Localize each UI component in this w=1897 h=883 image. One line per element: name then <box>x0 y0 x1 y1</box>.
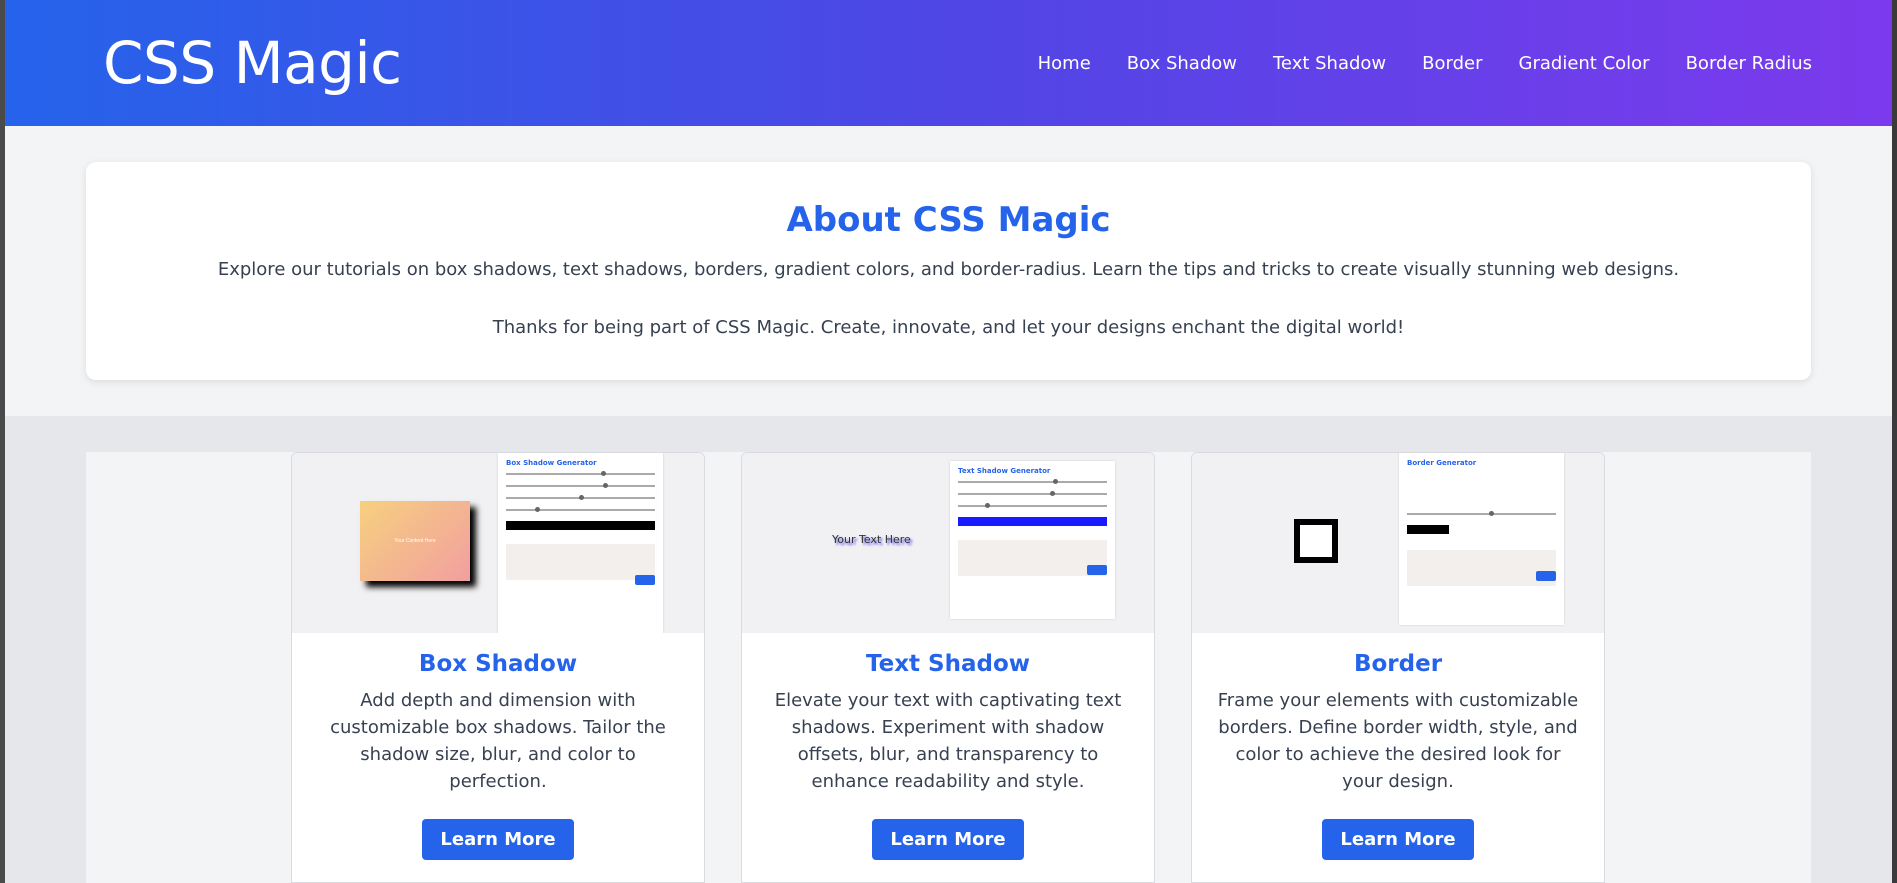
border-card: Border Generator Border Frame your eleme… <box>1191 452 1605 883</box>
about-title: About CSS Magic <box>786 200 1111 240</box>
tutorials-section: Your Content Here Box Shadow Generator B… <box>5 416 1892 883</box>
box-shadow-card-title: Box Shadow <box>418 651 578 677</box>
nav-border-radius-link[interactable]: Border Radius <box>1686 53 1812 74</box>
nav-border-link[interactable]: Border <box>1422 53 1482 74</box>
box-shadow-generator-title: Box Shadow Generator <box>506 459 597 467</box>
text-shadow-generator-title: Text Shadow Generator <box>958 467 1051 475</box>
tutorial-cards: Your Content Here Box Shadow Generator B… <box>86 452 1811 883</box>
box-shadow-thumbnail[interactable]: Your Content Here Box Shadow Generator <box>292 453 704 633</box>
text-shadow-card-description: Elevate your text with captivating text … <box>774 690 1122 792</box>
box-shadow-card-description: Add depth and dimension with customizabl… <box>330 690 666 792</box>
border-demo-box <box>1294 519 1338 563</box>
nav-gradient-color-link[interactable]: Gradient Color <box>1519 53 1650 74</box>
border-generator-title: Border Generator <box>1407 459 1477 467</box>
about-card: About CSS Magic Explore our tutorials on… <box>86 162 1811 380</box>
browser-viewport: CSS Magic Home Box Shadow Text Shadow Bo… <box>5 0 1892 883</box>
text-shadow-learn-more-button[interactable]: Learn More <box>872 819 1024 860</box>
text-shadow-card: Your Text Here Text Shadow Generator Tex… <box>741 452 1155 883</box>
border-card-description: Frame your elements with customizable bo… <box>1217 690 1579 792</box>
nav-home-link[interactable]: Home <box>1038 53 1091 74</box>
main-nav: Home Box Shadow Text Shadow Border Gradi… <box>1038 53 1812 74</box>
border-thumbnail[interactable]: Border Generator <box>1192 453 1604 633</box>
about-paragraph-intro: Explore our tutorials on box shadows, te… <box>217 259 1680 280</box>
box-shadow-demo-box: Your Content Here <box>360 501 470 581</box>
brand-logo[interactable]: CSS Magic <box>103 29 402 97</box>
text-shadow-card-title: Text Shadow <box>865 651 1031 677</box>
window-edge <box>1892 0 1897 883</box>
nav-box-shadow-link[interactable]: Box Shadow <box>1127 53 1237 74</box>
box-shadow-card: Your Content Here Box Shadow Generator B… <box>291 452 705 883</box>
border-learn-more-button[interactable]: Learn More <box>1322 819 1474 860</box>
about-paragraph-thanks: Thanks for being part of CSS Magic. Crea… <box>492 317 1405 338</box>
text-shadow-thumbnail[interactable]: Your Text Here Text Shadow Generator <box>742 453 1154 633</box>
site-header: CSS Magic Home Box Shadow Text Shadow Bo… <box>5 0 1892 126</box>
border-generator-panel: Border Generator <box>1399 453 1564 625</box>
box-shadow-learn-more-button[interactable]: Learn More <box>422 819 574 860</box>
text-shadow-demo-text: Your Text Here <box>832 533 911 546</box>
box-shadow-generator-panel: Box Shadow Generator <box>498 453 663 633</box>
border-card-title: Border <box>1353 651 1443 677</box>
text-shadow-generator-panel: Text Shadow Generator <box>950 461 1115 619</box>
nav-text-shadow-link[interactable]: Text Shadow <box>1273 53 1386 74</box>
about-section: About CSS Magic Explore our tutorials on… <box>5 126 1892 416</box>
box-shadow-demo-text: Your Content Here <box>394 538 436 544</box>
